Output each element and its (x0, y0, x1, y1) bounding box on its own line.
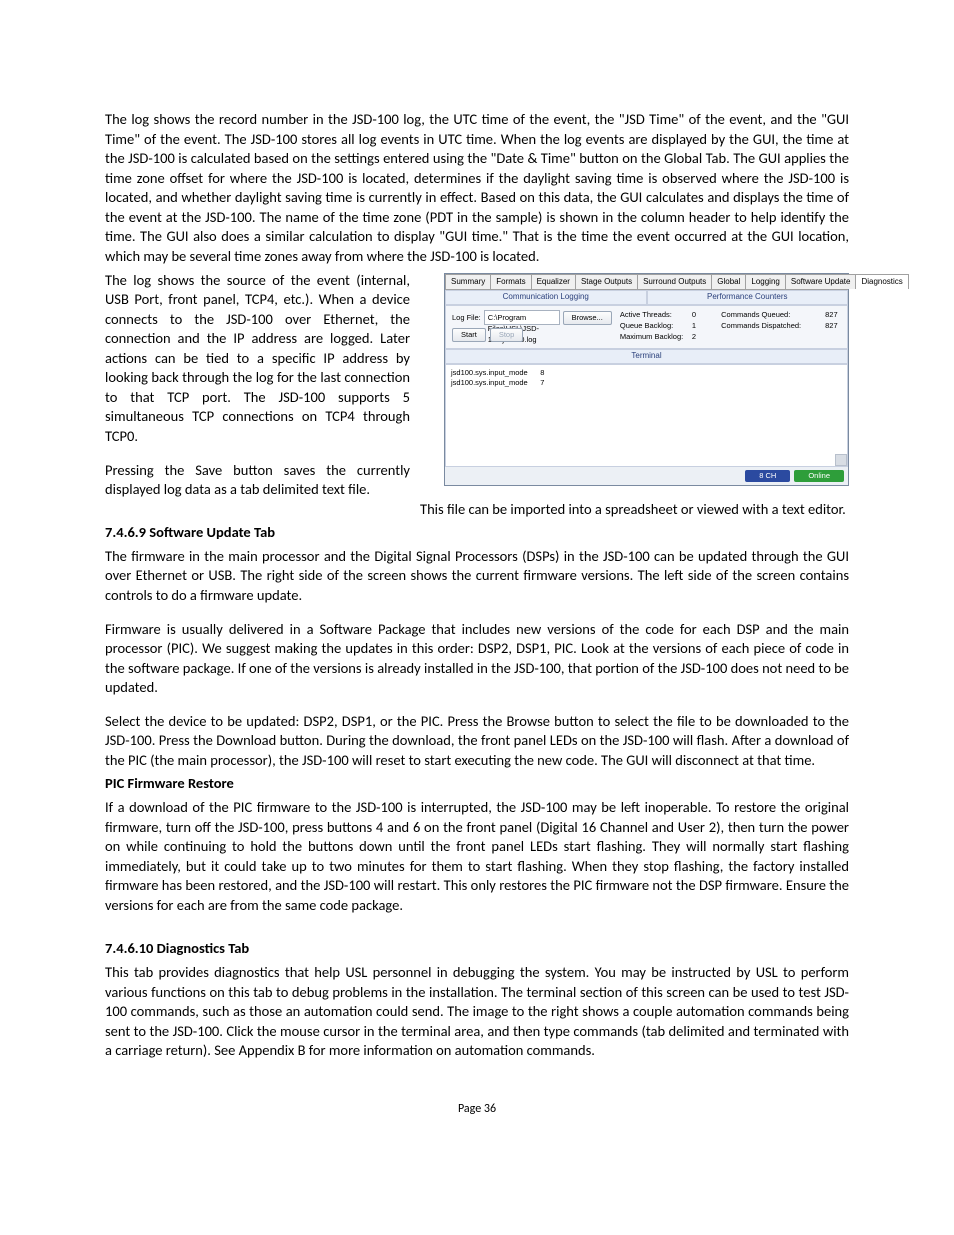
tab-global[interactable]: Global (711, 274, 746, 290)
diagnostics-screenshot: Summary Formats Equalizer Stage Outputs … (444, 273, 849, 487)
paragraph-log-description: The log shows the record number in the J… (105, 110, 849, 267)
queue-backlog-value: 1 (692, 321, 696, 331)
page-number: Page 36 (105, 1101, 849, 1117)
paragraph-diagnostics: This tab provides diagnostics that help … (105, 963, 849, 1061)
paragraph-save-a: Pressing the Save button saves the curre… (105, 461, 410, 500)
status-channel: 8 CH (745, 470, 790, 482)
terminal-header: Terminal (445, 349, 848, 364)
paragraph-sw-2: Firmware is usually delivered in a Softw… (105, 620, 849, 698)
section-header-perf-counters: Performance Counters (647, 290, 849, 305)
paragraph-log-source: The log shows the source of the event (i… (105, 271, 410, 447)
logfile-label: Log File: (452, 313, 481, 323)
tab-logging[interactable]: Logging (745, 274, 785, 290)
start-button[interactable]: Start (452, 328, 486, 342)
cmds-queued-value: 827 (825, 310, 838, 320)
terminal-area[interactable]: jsd100.sys.input_mode 8 jsd100.sys.input… (445, 364, 848, 467)
browse-button[interactable]: Browse... (563, 311, 612, 325)
cmds-queued-label: Commands Queued: (721, 310, 821, 320)
status-online: Online (794, 470, 844, 482)
heading-software-update: 7.4.6.9 Software Update Tab (105, 523, 849, 543)
tab-surround-outputs[interactable]: Surround Outputs (637, 274, 712, 290)
max-backlog-value: 2 (692, 332, 696, 342)
paragraph-sw-3: Select the device to be updated: DSP2, D… (105, 712, 849, 771)
heading-diagnostics: 7.4.6.10 Diagnostics Tab (105, 939, 849, 959)
active-threads-value: 0 (692, 310, 696, 320)
logfile-input[interactable]: C:\Program Files\USL\JSD-100\jsd100.log (484, 310, 560, 325)
tab-stage-outputs[interactable]: Stage Outputs (575, 274, 638, 290)
active-threads-label: Active Threads: (620, 310, 688, 320)
tab-summary[interactable]: Summary (445, 274, 491, 290)
tab-formats[interactable]: Formats (490, 274, 531, 290)
section-header-comm-logging: Communication Logging (445, 290, 647, 305)
cmds-dispatched-label: Commands Dispatched: (721, 321, 821, 331)
tabs-row: Summary Formats Equalizer Stage Outputs … (445, 274, 848, 291)
terminal-line-2: jsd100.sys.input_mode 7 (451, 378, 842, 388)
queue-backlog-label: Queue Backlog: (620, 321, 688, 331)
cmds-dispatched-value: 827 (825, 321, 838, 331)
tab-equalizer[interactable]: Equalizer (531, 274, 576, 290)
paragraph-sw-1: The firmware in the main processor and t… (105, 547, 849, 606)
terminal-line-1: jsd100.sys.input_mode 8 (451, 368, 842, 378)
tab-diagnostics[interactable]: Diagnostics (855, 274, 908, 290)
tab-software-update[interactable]: Software Update (785, 274, 857, 290)
stop-button[interactable]: Stop (490, 328, 523, 342)
heading-pic-restore: PIC Firmware Restore (105, 774, 849, 794)
max-backlog-label: Maximum Backlog: (620, 332, 688, 342)
paragraph-pic-restore: If a download of the PIC firmware to the… (105, 798, 849, 915)
scrollbar-icon[interactable] (835, 454, 847, 466)
